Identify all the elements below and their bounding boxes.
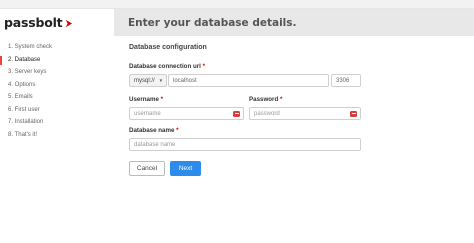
username-label: Username * bbox=[129, 96, 164, 103]
password-manager-icon[interactable] bbox=[233, 110, 240, 117]
page-header: passbolt Enter your database details. bbox=[0, 9, 474, 36]
logo-mark-icon bbox=[66, 19, 73, 28]
username-input[interactable]: username bbox=[129, 107, 244, 120]
database-name-input[interactable]: database name bbox=[129, 138, 361, 151]
db-port-input[interactable]: 3306 bbox=[331, 74, 361, 87]
title-bar: Enter your database details. bbox=[114, 9, 474, 36]
page-title: Enter your database details. bbox=[128, 16, 297, 29]
step-thats-it: 8. That's it! bbox=[8, 131, 38, 138]
step-database: 2. Database bbox=[0, 54, 114, 67]
db-host-input[interactable]: localhost bbox=[168, 74, 329, 87]
step-first-user: 6. First user bbox=[8, 106, 40, 113]
required-mark: * bbox=[176, 127, 179, 134]
chevron-down-icon: ▼ bbox=[158, 78, 164, 83]
required-mark: * bbox=[202, 63, 206, 70]
step-system-check: 1. System check bbox=[8, 44, 53, 51]
password-manager-icon[interactable] bbox=[350, 110, 357, 117]
step-emails: 5. Emails bbox=[8, 94, 33, 101]
database-form: Database configuration bbox=[129, 44, 369, 51]
step-installation: 7. Installation bbox=[8, 119, 44, 126]
step-server-keys: 3. Server keys bbox=[8, 69, 47, 76]
logo-text: passbolt bbox=[4, 15, 63, 30]
step-options: 4. Options bbox=[8, 81, 36, 88]
database-name-label: Database name * bbox=[129, 127, 179, 134]
connection-url-label: Database connection url * bbox=[129, 63, 206, 70]
password-input[interactable]: password bbox=[249, 107, 361, 120]
db-scheme-select[interactable]: mysql:// ▼ bbox=[129, 74, 167, 87]
next-button[interactable]: Next bbox=[170, 161, 201, 176]
logo: passbolt bbox=[0, 9, 114, 36]
browser-top-strip bbox=[0, 0, 474, 9]
required-mark: * bbox=[279, 96, 283, 103]
section-title: Database configuration bbox=[129, 44, 207, 51]
cancel-button[interactable]: Cancel bbox=[129, 161, 165, 176]
password-label: Password * bbox=[249, 96, 283, 103]
setup-steps-sidebar: 1. System check 2. Database 3. Server ke… bbox=[0, 41, 114, 141]
required-mark: * bbox=[160, 96, 164, 103]
